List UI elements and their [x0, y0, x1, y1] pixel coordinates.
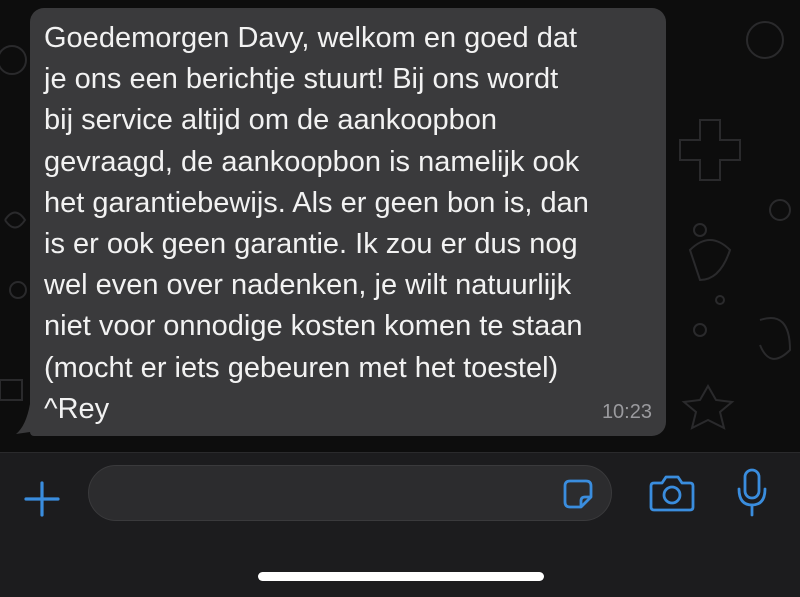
- camera-icon[interactable]: [648, 473, 696, 513]
- home-indicator[interactable]: [258, 572, 544, 581]
- message-input-container[interactable]: [88, 465, 612, 522]
- message-input[interactable]: [107, 466, 551, 522]
- message-bubble[interactable]: Goedemorgen Davy, welkom en goed dat je …: [30, 8, 666, 436]
- sticker-icon[interactable]: [562, 478, 594, 510]
- message-timestamp: 10:23: [601, 401, 652, 423]
- plus-icon[interactable]: [20, 477, 64, 521]
- bubble-tail: [16, 404, 30, 434]
- microphone-icon[interactable]: [734, 467, 770, 519]
- message-text: Goedemorgen Davy, welkom en goed dat je …: [44, 22, 589, 425]
- chat-area[interactable]: Goedemorgen Davy, welkom en goed dat je …: [0, 0, 800, 452]
